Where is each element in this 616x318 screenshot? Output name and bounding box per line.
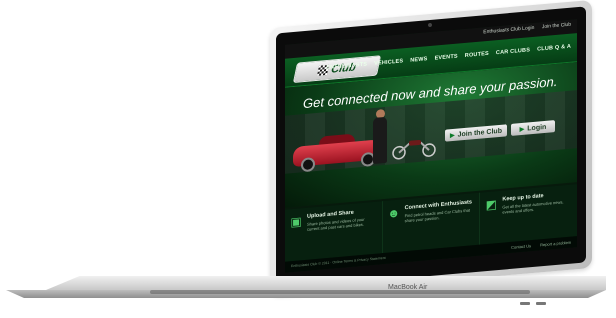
keyboard-deck — [46, 276, 606, 290]
port-icon — [536, 302, 546, 305]
feature-connect[interactable]: ☻ Connect with Enthusiasts Find petrol h… — [382, 192, 481, 254]
person-image — [373, 116, 387, 164]
top-links: Enthusiasts Club Login Join the Club — [477, 22, 571, 36]
people-icon: ☻ — [387, 205, 400, 221]
hinge — [150, 290, 530, 294]
feature-upload[interactable]: ▣ Upload and Share Share photos and vide… — [285, 201, 383, 262]
port-icon — [520, 302, 530, 305]
footer-links: Contact Us Report a problem — [503, 240, 571, 251]
footer-link-contact[interactable]: Contact Us — [511, 243, 531, 250]
login-button-label: Login — [527, 123, 547, 132]
hero-banner: Get connected now and share your passion… — [285, 62, 577, 208]
nav-item-club-qa[interactable]: CLUB Q & A — [537, 44, 571, 53]
motorcycle-icon — [392, 139, 436, 160]
device-brand-label: MacBook Air — [388, 284, 428, 291]
top-link-login[interactable]: Enthusiasts Club Login — [483, 25, 534, 35]
news-icon: ◩ — [485, 197, 498, 213]
join-button-label: Join the Club — [457, 127, 502, 139]
website-screen: Enthusiasts Club Login Join the Club Clu… — [285, 19, 577, 273]
nav-item-car-clubs[interactable]: CAR CLUBS — [496, 47, 530, 56]
nav-item-events[interactable]: EVENTS — [435, 54, 458, 62]
laptop-base — [6, 276, 606, 298]
camera-icon — [428, 22, 432, 28]
nav-item-routes[interactable]: ROUTES — [465, 51, 489, 59]
arrow-icon: ▶ — [519, 126, 525, 133]
arrow-icon: ▶ — [450, 132, 455, 139]
top-link-join[interactable]: Join the Club — [542, 22, 571, 31]
feature-news[interactable]: ◩ Keep up to date Get all the latest aut… — [480, 184, 577, 244]
product-stage: Enthusiasts Club Login Join the Club Clu… — [0, 0, 616, 318]
nav-item-news[interactable]: NEWS — [410, 56, 427, 64]
laptop-lid: Enthusiasts Club Login Join the Club Clu… — [270, 0, 592, 297]
photo-icon: ▣ — [290, 214, 302, 230]
footer-link-report[interactable]: Report a problem — [540, 240, 571, 248]
screen-bezel: Enthusiasts Club Login Join the Club Clu… — [276, 6, 586, 290]
nav-item-vehicles[interactable]: VEHICLES — [374, 58, 403, 67]
